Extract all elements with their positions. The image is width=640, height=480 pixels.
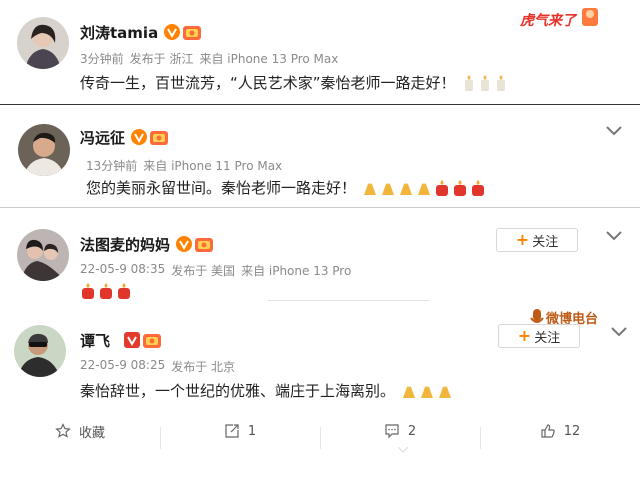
level-badge-icon — [150, 131, 169, 145]
post-location: 发布于 北京 — [171, 360, 236, 374]
candle-icons — [462, 74, 508, 92]
comment-count: 2 — [407, 423, 417, 439]
post-time: 22-05-9 08:35 — [80, 262, 166, 276]
thumbs-up-icon — [541, 424, 555, 438]
tiger-sticker: 虎气来了 — [520, 4, 602, 38]
post-time: 22-05-9 08:25 — [80, 358, 166, 372]
avatar[interactable] — [17, 17, 69, 69]
sticker-text: 虎气来了 — [520, 13, 576, 29]
red-candle-icons — [80, 282, 132, 300]
comment-icon — [385, 424, 399, 439]
username[interactable]: 谭飞 — [80, 330, 110, 351]
post-location: 发布于 浙江 — [129, 52, 194, 66]
star-icon — [55, 423, 71, 438]
repost-button[interactable]: 1 — [160, 423, 320, 449]
follow-button[interactable]: + 关注 — [498, 324, 580, 348]
post-fatumai-mama: 法图麦的妈妈 + 关注 22-05-9 08:35 发布于 美国 来自 iPho… — [0, 212, 640, 312]
avatar[interactable] — [18, 124, 70, 176]
follow-label: 关注 — [534, 330, 561, 346]
post-text: 秦怡辞世，一个世纪的优雅、端庄于上海离别。 — [80, 382, 396, 400]
caret-icon — [398, 447, 408, 453]
post-device: 来自 iPhone 11 Pro Max — [143, 159, 283, 173]
verified-icon — [176, 236, 193, 252]
post-tanfei: 谭飞 微博电台 + 关注 22-05-9 08:25 发布于 北京 秦怡辞世，一… — [0, 309, 640, 412]
plus-icon: + — [517, 326, 532, 345]
post-fengyuanzheng: 冯远征 13分钟前 来自 iPhone 11 Pro Max 您的美丽永留世间。… — [0, 104, 640, 208]
post-location: 发布于 美国 — [171, 264, 236, 278]
repost-icon — [225, 424, 239, 438]
level-badge-icon — [183, 26, 202, 40]
divider — [268, 300, 430, 301]
level-badge-icon — [195, 238, 214, 252]
post-device: 来自 iPhone 13 Pro — [241, 264, 352, 278]
username[interactable]: 刘涛tamia — [80, 22, 158, 43]
avatar[interactable] — [14, 325, 66, 377]
like-count: 12 — [563, 423, 581, 439]
follow-label: 关注 — [532, 234, 559, 250]
verified-icon — [164, 24, 181, 40]
level-badge-icon — [143, 334, 162, 348]
repost-count: 1 — [247, 423, 257, 439]
verified-icon — [131, 129, 148, 145]
chevron-down-icon[interactable] — [605, 125, 623, 137]
post-text: 传奇一生，百世流芳，“人民艺术家”秦怡老师一路走好！ — [80, 74, 456, 92]
post-liutao: 刘涛tamia 3分钟前 发布于 浙江 来自 iPhone 13 Pro Max… — [0, 0, 640, 100]
verified-icon — [124, 332, 141, 348]
avatar[interactable] — [17, 229, 69, 281]
chevron-down-icon[interactable] — [610, 326, 628, 338]
post-device: 来自 iPhone 13 Pro Max — [199, 52, 339, 66]
post-time: 3分钟前 — [80, 52, 124, 66]
like-button[interactable]: 12 — [480, 423, 640, 449]
comment-button[interactable]: 2 — [320, 423, 480, 453]
pray-icons — [401, 383, 453, 399]
username[interactable]: 冯远征 — [80, 127, 125, 148]
follow-button[interactable]: + 关注 — [496, 228, 578, 252]
plus-icon: + — [515, 230, 530, 249]
post-time: 13分钟前 — [86, 159, 138, 173]
favorite-label: 收藏 — [78, 425, 105, 441]
chevron-down-icon[interactable] — [605, 230, 623, 242]
post-text: 您的美丽永留世间。秦怡老师一路走好！ — [86, 179, 357, 197]
favorite-button[interactable]: 收藏 — [0, 422, 160, 441]
username[interactable]: 法图麦的妈妈 — [80, 234, 170, 255]
post-action-bar: 收藏 1 2 12 — [0, 412, 640, 453]
pray-and-candle-icons — [362, 179, 486, 197]
